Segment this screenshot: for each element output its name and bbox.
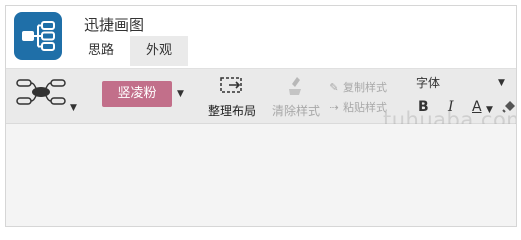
arrange-layout-button[interactable]: 整理布局: [206, 75, 258, 119]
tab-bar: 思路 外观: [72, 36, 189, 66]
arrange-layout-label: 整理布局: [207, 104, 256, 118]
app-title: 迅捷画图: [84, 16, 145, 34]
font-color-dropdown-icon[interactable]: ▼: [486, 105, 493, 115]
bold-button[interactable]: B: [418, 99, 429, 115]
paste-style-icon: ⇢: [329, 101, 339, 114]
structure-dropdown-icon[interactable]: ▼: [70, 103, 77, 113]
font-select[interactable]: 字体 ▼: [416, 74, 505, 92]
italic-button[interactable]: I: [448, 99, 454, 115]
font-dropdown-icon: ▼: [498, 78, 505, 88]
copy-style-icon: ✎: [329, 81, 339, 94]
app-window: 迅捷画图 思路 外观 ▼ 竖凌粉 ▼ 整理布局 清除样式 ✎ 复制样式 ⇢ 粘贴…: [5, 5, 517, 227]
clear-style-label: 清除样式: [271, 104, 320, 118]
paste-style-button[interactable]: ⇢ 粘贴样式: [328, 99, 387, 115]
paste-style-label: 粘贴样式: [343, 101, 387, 114]
clear-style-button[interactable]: 清除样式: [270, 75, 322, 119]
title-bar: 迅捷画图 思路 外观: [6, 6, 516, 68]
tab-ideas[interactable]: 思路: [72, 36, 131, 66]
eraser-brush-icon: [289, 77, 301, 95]
copy-style-label: 复制样式: [343, 81, 387, 94]
tab-appearance[interactable]: 外观: [130, 36, 189, 66]
app-logo: [14, 12, 62, 60]
mindmap-logo-icon: [22, 21, 55, 51]
font-select-value: 字体: [416, 76, 441, 90]
theme-dropdown-icon[interactable]: ▼: [177, 89, 184, 99]
paint-bucket-icon[interactable]: [502, 100, 516, 116]
arrange-layout-icon: [220, 77, 242, 93]
font-color-button[interactable]: A: [472, 99, 482, 115]
copy-style-button[interactable]: ✎ 复制样式: [328, 79, 387, 95]
theme-button[interactable]: 竖凌粉: [102, 81, 172, 107]
structure-button[interactable]: ▼: [14, 75, 77, 115]
canvas-area[interactable]: [6, 124, 516, 226]
mindmap-structure-icon: [16, 79, 66, 105]
toolbar: ▼ 竖凌粉 ▼ 整理布局 清除样式 ✎ 复制样式 ⇢ 粘贴样式 字体 ▼ B I…: [6, 68, 516, 132]
